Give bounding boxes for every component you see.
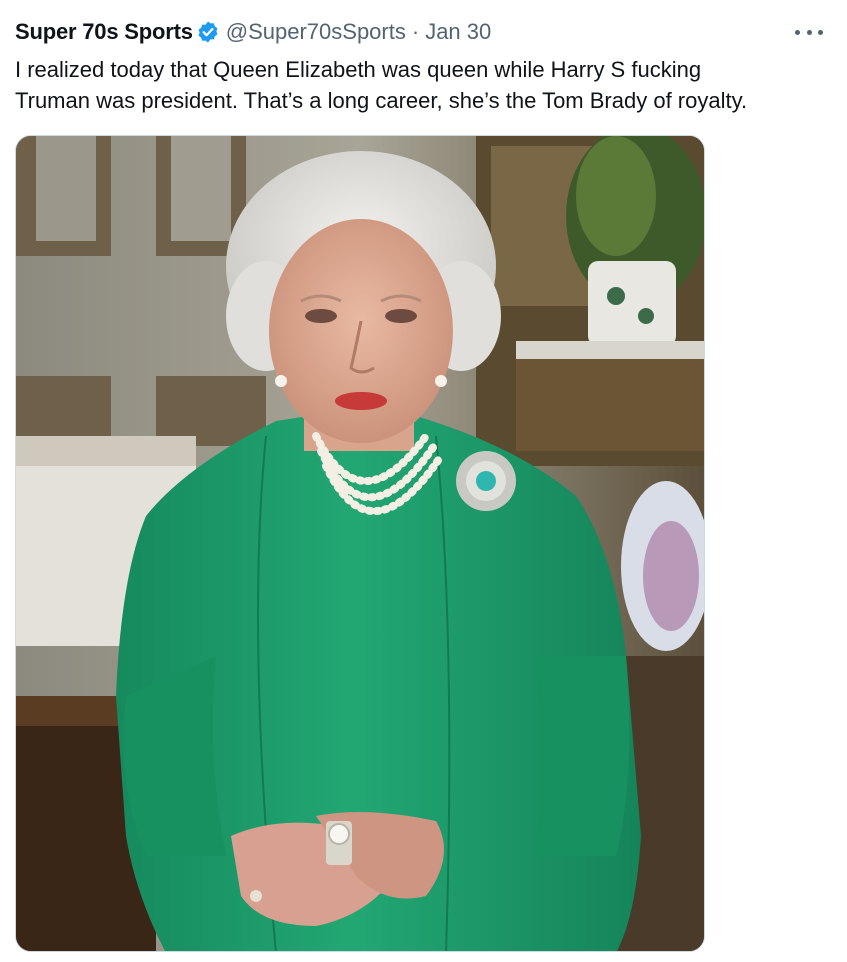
more-dot xyxy=(818,29,823,35)
user-handle[interactable]: @Super70sSports xyxy=(226,19,406,45)
photo-illustration xyxy=(16,136,704,951)
more-dot xyxy=(795,29,800,35)
tweet[interactable]: Super 70s Sports @Super70sSports · Jan 3… xyxy=(0,0,847,962)
tweet-text: I realized today that Queen Elizabeth wa… xyxy=(15,54,825,116)
tweet-text-line: I realized today that Queen Elizabeth wa… xyxy=(15,57,702,82)
tweet-photo[interactable] xyxy=(15,135,705,952)
separator-dot: · xyxy=(411,19,420,44)
verified-badge-icon xyxy=(196,20,220,44)
more-horizontal-icon[interactable] xyxy=(795,22,823,42)
tweet-text-line: Truman was president. That’s a long care… xyxy=(15,88,748,113)
more-dot xyxy=(806,29,812,35)
tweet-date[interactable]: Jan 30 xyxy=(425,19,491,45)
display-name[interactable]: Super 70s Sports xyxy=(15,19,193,45)
tweet-header: Super 70s Sports @Super70sSports · Jan 3… xyxy=(15,16,491,48)
